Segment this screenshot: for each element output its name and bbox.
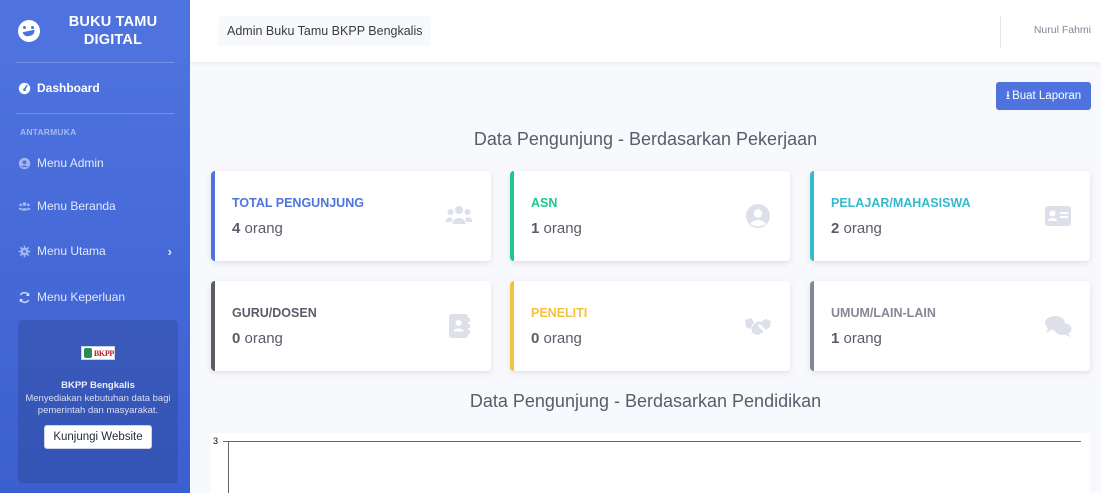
chart-gridline [223, 441, 1081, 442]
user-circle-icon [18, 157, 31, 169]
bkpp-logo: BKPP [81, 346, 115, 360]
sidebar-item-label: Menu Utama [37, 244, 106, 258]
stat-card-guru: GURU/DOSEN 0 orang [211, 281, 491, 371]
id-card-icon [1045, 206, 1071, 226]
handshake-icon [745, 318, 771, 336]
sidebar-item-menu-beranda[interactable]: Menu Beranda [0, 182, 190, 230]
users-icon [445, 206, 473, 224]
sidebar-item-label: Menu Beranda [37, 199, 116, 213]
tachometer-icon [18, 82, 31, 94]
gear-icon [18, 245, 31, 257]
visit-website-button[interactable]: Kunjungi Website [44, 425, 152, 449]
topbar: Admin Buku Tamu BKPP Bengkalis Nurul Fah… [190, 0, 1101, 62]
seal-icon [84, 348, 92, 358]
promo-title: BKPP Bengkalis [61, 380, 135, 391]
stat-label: UMUM/LAIN-LAIN [831, 306, 936, 320]
stat-card-asn: ASN 1 orang [510, 171, 790, 261]
users-icon [18, 201, 31, 211]
education-chart: 3 [211, 433, 1090, 493]
user-menu[interactable]: Nurul Fahmi [1034, 24, 1091, 36]
sidebar-heading: ANTARMUKA [20, 127, 77, 137]
download-icon: ⭳ [1005, 87, 1011, 102]
stat-label: ASN [531, 196, 558, 210]
stat-value: 1 orang [531, 220, 582, 237]
section-title-occupation: Data Pengunjung - Berdasarkan Pekerjaan [473, 129, 818, 149]
stat-label: TOTAL PENGUNJUNG [232, 196, 364, 210]
stat-label: GURU/DOSEN [232, 306, 317, 320]
create-report-button[interactable]: ⭳ Buat Laporan [996, 82, 1091, 110]
stat-card-peneliti: PENELITI 0 orang [510, 281, 790, 371]
stat-card-umum: UMUM/LAIN-LAIN 1 orang [810, 281, 1090, 371]
stat-card-total: TOTAL PENGUNJUNG 4 orang [211, 171, 491, 261]
refresh-icon [19, 291, 30, 303]
stat-value: 4 orang [232, 220, 283, 237]
comments-icon [1045, 316, 1072, 338]
logo-text: BKPP [93, 348, 114, 358]
stat-value: 0 orang [531, 330, 582, 347]
topbar-divider [1000, 16, 1001, 48]
stat-card-pelajar: PELAJAR/MAHASISWA 2 orang [810, 171, 1090, 261]
chart-y-tick: 3 [213, 436, 219, 446]
chevron-right-icon: › [167, 243, 172, 259]
chart-y-axis [228, 441, 229, 493]
sidebar-brand[interactable]: BUKU TAMU DIGITAL [0, 0, 190, 62]
laugh-wink-icon [18, 20, 40, 42]
section-title-education: Data Pengunjung - Berdasarkan Pendidikan [469, 391, 822, 411]
user-circle-icon [746, 204, 770, 228]
brand-line1: BUKU TAMU [68, 14, 158, 30]
create-report-label: Buat Laporan [1012, 90, 1082, 102]
stat-label: PENELITI [531, 306, 588, 320]
stat-value: 1 orang [831, 330, 882, 347]
sidebar: BUKU TAMU DIGITAL Dashboard ANTARMUKA Me… [0, 0, 190, 493]
sidebar-item-menu-utama[interactable]: Menu Utama › [0, 230, 190, 272]
address-book-icon [449, 314, 470, 338]
stat-value: 0 orang [232, 330, 283, 347]
brand-text: BUKU TAMU DIGITAL [40, 13, 190, 49]
sidebar-item-label: Menu Keperluan [37, 290, 126, 304]
app-title: Admin Buku Tamu BKPP Bengkalis [218, 16, 432, 46]
sidebar-item-dashboard[interactable]: Dashboard [0, 63, 190, 113]
stat-value: 2 orang [831, 220, 882, 237]
promo-description: Menyediakan kebutuhan data bagi pemerint… [25, 393, 171, 416]
sidebar-item-label: Dashboard [37, 81, 100, 95]
sidebar-promo-card: BKPP BKPP Bengkalis Menyediakan kebutuha… [18, 320, 178, 483]
sidebar-item-label: Menu Admin [37, 156, 104, 170]
sidebar-item-menu-admin[interactable]: Menu Admin [0, 144, 190, 182]
brand-line2: DIGITAL [83, 32, 143, 48]
stat-label: PELAJAR/MAHASISWA [831, 196, 971, 210]
sidebar-item-menu-keperluan[interactable]: Menu Keperluan [0, 272, 190, 322]
